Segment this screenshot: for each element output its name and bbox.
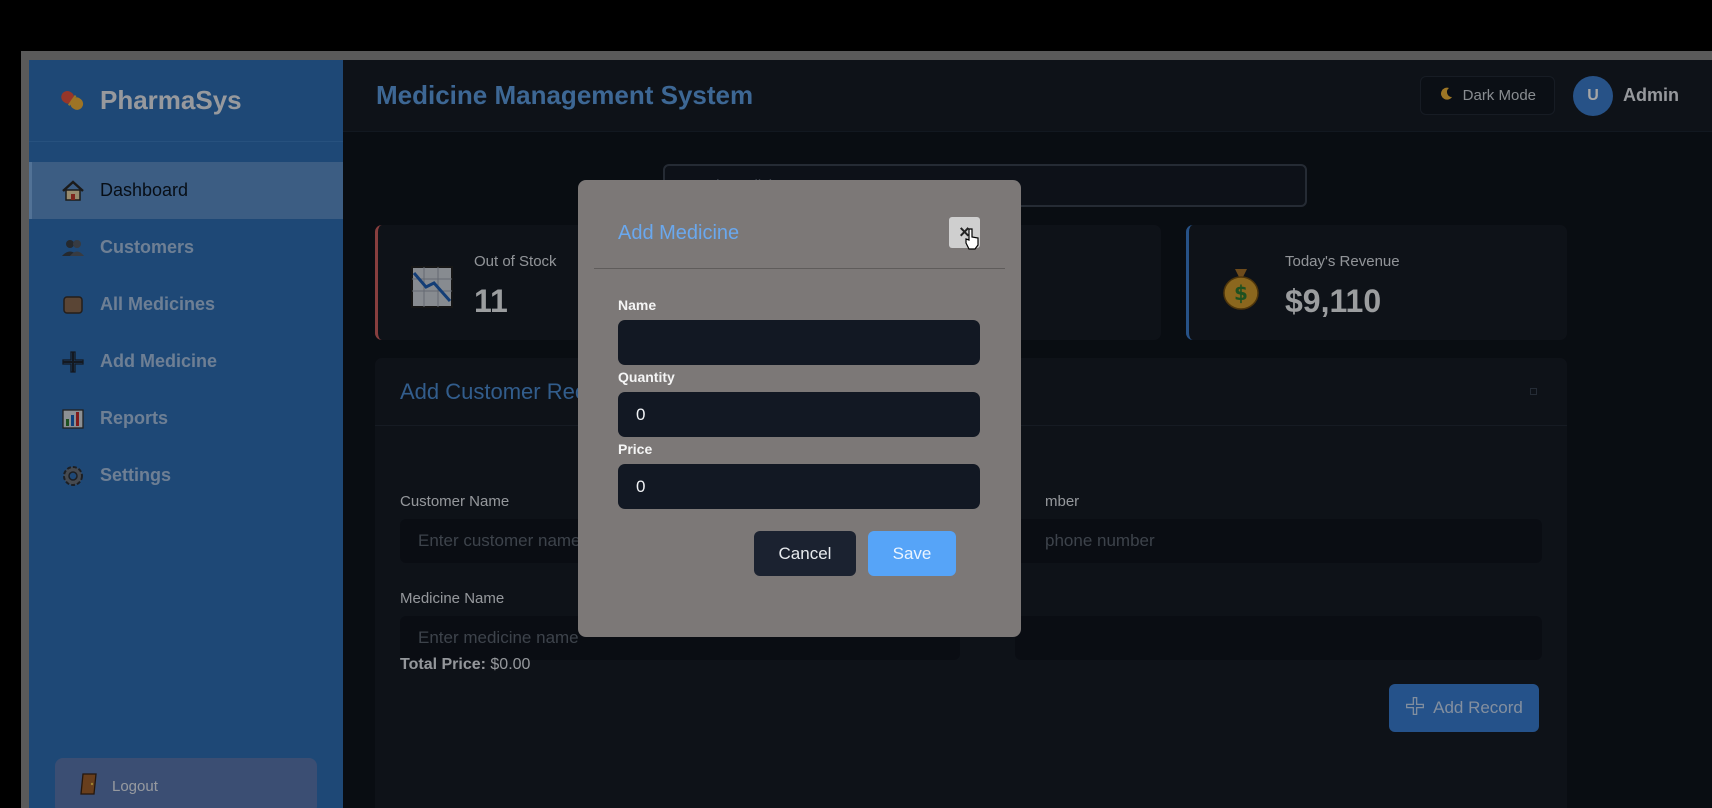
quantity-input[interactable]: 0: [618, 392, 980, 437]
name-input[interactable]: [618, 320, 980, 365]
save-button[interactable]: Save: [868, 531, 956, 576]
modal-divider: [594, 268, 1005, 269]
pointer-cursor-icon: [964, 228, 980, 250]
add-medicine-modal: Add Medicine × Name Quantity 0 Price 0 C…: [578, 180, 1021, 637]
price-input[interactable]: 0: [618, 464, 980, 509]
quantity-label: Quantity: [618, 369, 675, 385]
price-label: Price: [618, 441, 653, 457]
modal-title: Add Medicine: [618, 222, 740, 244]
cancel-button[interactable]: Cancel: [754, 531, 856, 576]
name-label: Name: [618, 297, 657, 313]
